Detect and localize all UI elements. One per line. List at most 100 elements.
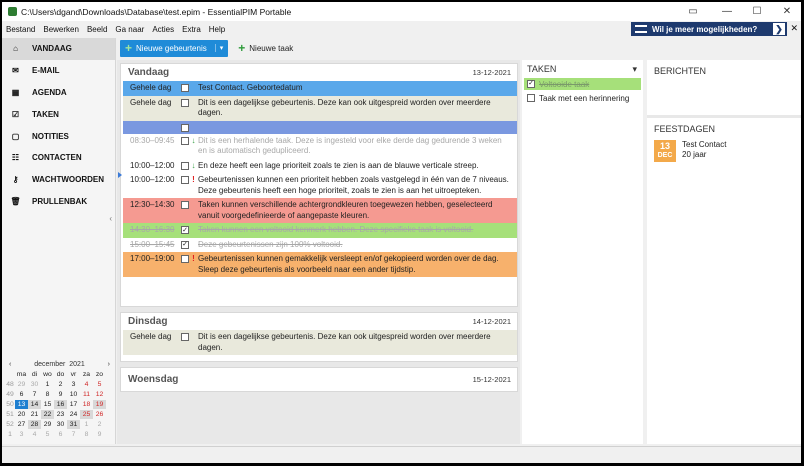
calendar-day[interactable]: 10 bbox=[67, 390, 80, 399]
menu-ga-naar[interactable]: Ga naar bbox=[111, 25, 148, 34]
task-item[interactable]: ✓ Voltooide taak bbox=[524, 78, 641, 90]
event-checkbox[interactable] bbox=[181, 176, 189, 184]
calendar-day[interactable]: 28 bbox=[28, 420, 41, 429]
event-checkbox[interactable] bbox=[181, 136, 189, 145]
next-month-button[interactable]: › bbox=[108, 361, 110, 368]
calendar-day[interactable]: 15 bbox=[41, 400, 54, 409]
task-item[interactable]: Taak met een herinnering bbox=[524, 92, 641, 104]
event-checkbox[interactable]: ✓ bbox=[181, 240, 189, 249]
nav-item-agenda[interactable]: ▦ AGENDA bbox=[2, 82, 115, 104]
calendar-day[interactable]: 4 bbox=[80, 380, 93, 389]
calendar-day[interactable]: 27 bbox=[15, 420, 28, 429]
calendar-day[interactable]: 12 bbox=[93, 390, 106, 399]
calendar-day[interactable]: 20 bbox=[15, 410, 28, 419]
event-row[interactable]: 10:00–12:00 ↓ En deze heeft een lage prior… bbox=[123, 158, 517, 173]
menu-extra[interactable]: Extra bbox=[178, 25, 205, 34]
nav-item-prullenbak[interactable]: 🗑 PRULLENBAK bbox=[2, 191, 115, 213]
calendar-day[interactable]: 1 bbox=[80, 420, 93, 429]
calendar-day[interactable]: 30 bbox=[28, 380, 41, 389]
menu-help[interactable]: Help bbox=[205, 25, 229, 34]
calendar-day[interactable]: 5 bbox=[93, 380, 106, 389]
event-checkbox[interactable] bbox=[181, 84, 189, 92]
event-checkbox[interactable] bbox=[181, 123, 189, 132]
calendar-day[interactable]: 19 bbox=[93, 400, 106, 409]
calendar-day[interactable]: 21 bbox=[28, 410, 41, 419]
event-row[interactable]: 10:00–12:00! Gebeurtenissen kunnen een pr… bbox=[123, 173, 517, 198]
nav-item-wachtwoorden[interactable]: ⚷ WACHTWOORDEN bbox=[2, 169, 115, 191]
nav-item-vandaag[interactable]: ⌂ VANDAAG bbox=[2, 38, 115, 60]
calendar-day[interactable]: 7 bbox=[28, 390, 41, 399]
event-text: Test Contact. Geboortedatum bbox=[198, 83, 303, 92]
event-row[interactable]: 14:30–16:30 ✓ Taken kunnen een voltooid ke… bbox=[123, 223, 517, 238]
chevron-down-icon[interactable]: ▾ bbox=[214, 44, 223, 52]
menu-beeld[interactable]: Beeld bbox=[83, 25, 111, 34]
event-checkbox[interactable] bbox=[181, 255, 189, 263]
calendar-day[interactable]: 6 bbox=[54, 430, 67, 439]
event-text: Deze gebeurtenissen zijn 100% voltooid. bbox=[198, 239, 343, 249]
new-event-button[interactable]: + Nieuwe gebeurtenis ▾ bbox=[120, 39, 229, 57]
calendar-day[interactable]: 4 bbox=[28, 430, 41, 439]
event-checkbox[interactable]: ✓ bbox=[181, 226, 189, 234]
event-row[interactable]: Gehele dag Test Contact. Geboortedatum bbox=[123, 81, 517, 96]
calendar-day[interactable]: 29 bbox=[15, 380, 28, 389]
calendar-day[interactable]: 6 bbox=[15, 390, 28, 399]
minimize-button[interactable]: — bbox=[712, 2, 742, 21]
calendar-day[interactable]: 18 bbox=[80, 400, 93, 409]
calendar-day[interactable]: 17 bbox=[67, 400, 80, 409]
calendar-day[interactable]: 9 bbox=[93, 430, 106, 439]
calendar-day[interactable]: 22 bbox=[41, 410, 54, 419]
menu-acties[interactable]: Acties bbox=[148, 25, 178, 34]
calendar-day[interactable]: 2 bbox=[54, 380, 67, 389]
promo-banner[interactable]: Wil je meer mogelijkheden? ❯ bbox=[631, 22, 787, 36]
calendar-day[interactable]: 30 bbox=[54, 420, 67, 429]
layout-icon[interactable]: ▭ bbox=[678, 2, 708, 21]
menu-bestand[interactable]: Bestand bbox=[2, 25, 39, 34]
event-row[interactable]: 12:30–14:30 Taken kunnen verschillende ac… bbox=[123, 198, 517, 223]
task-checkbox[interactable] bbox=[527, 94, 535, 102]
calendar-day[interactable]: 11 bbox=[80, 390, 93, 399]
calendar-day[interactable]: 13 bbox=[15, 400, 28, 409]
nav-item-e-mail[interactable]: ✉ E-MAIL bbox=[2, 60, 115, 82]
maximize-button[interactable]: ☐ bbox=[742, 2, 772, 21]
messages-header: BERICHTEN bbox=[654, 66, 707, 76]
promo-close-icon[interactable]: ✕ bbox=[790, 23, 798, 34]
event-checkbox[interactable] bbox=[181, 161, 189, 170]
calendar-day[interactable]: 7 bbox=[67, 430, 80, 439]
calendar-day[interactable]: 29 bbox=[41, 420, 54, 429]
collapse-sidebar-icon[interactable]: ‹ bbox=[109, 214, 112, 223]
event-row[interactable]: 15:00–15:45 ✓ Deze gebeurtenissen zijn 100… bbox=[123, 237, 517, 252]
calendar-day[interactable]: 16 bbox=[54, 400, 67, 409]
nav-item-taken[interactable]: ☑ TAKEN bbox=[2, 103, 115, 125]
calendar-day[interactable]: 31 bbox=[67, 420, 80, 429]
calendar-day[interactable]: 9 bbox=[54, 390, 67, 399]
calendar-day[interactable]: 3 bbox=[67, 380, 80, 389]
calendar-day[interactable]: 3 bbox=[15, 430, 28, 439]
event-row[interactable]: 08:30–09:45 ↓ Dit is een herhalende taak. … bbox=[123, 133, 517, 159]
calendar-day[interactable]: 8 bbox=[80, 430, 93, 439]
holiday-item[interactable]: 13 DEC Test Contact 20 jaar bbox=[647, 136, 801, 162]
tasks-dropdown-icon[interactable]: ▾ bbox=[632, 64, 637, 75]
nav-item-contacten[interactable]: ☷ CONTACTEN bbox=[2, 147, 115, 169]
calendar-day[interactable]: 23 bbox=[54, 410, 67, 419]
calendar-day[interactable]: 2 bbox=[93, 420, 106, 429]
event-row[interactable]: Gehele dag Dit is een dagelijkse gebeurte… bbox=[123, 330, 517, 355]
menu-bewerken[interactable]: Bewerken bbox=[39, 25, 83, 34]
calendar-day[interactable]: 26 bbox=[93, 410, 106, 419]
event-checkbox[interactable] bbox=[181, 201, 189, 209]
calendar-day[interactable]: 25 bbox=[80, 410, 93, 419]
close-button[interactable]: ✕ bbox=[772, 2, 801, 21]
event-checkbox[interactable] bbox=[181, 333, 189, 341]
event-row[interactable]: 17:00–19:00! Gebeurtenissen kunnen gemakk… bbox=[123, 252, 517, 277]
calendar-day[interactable]: 8 bbox=[41, 390, 54, 399]
task-checkbox[interactable]: ✓ bbox=[527, 80, 535, 88]
calendar-day[interactable]: 1 bbox=[41, 380, 54, 389]
event-row[interactable]: Gehele dag Dit is een dagelijkse gebeurte… bbox=[123, 95, 517, 121]
nav-item-notities[interactable]: ▢ NOTITIES bbox=[2, 125, 115, 147]
calendar-day[interactable]: 5 bbox=[41, 430, 54, 439]
event-checkbox[interactable] bbox=[181, 98, 189, 107]
calendar-day[interactable]: 24 bbox=[67, 410, 80, 419]
new-task-button[interactable]: + Nieuwe taak bbox=[238, 41, 293, 55]
calendar-day[interactable]: 14 bbox=[28, 400, 41, 409]
prev-month-button[interactable]: ‹ bbox=[9, 361, 11, 368]
event-row[interactable] bbox=[123, 120, 517, 134]
